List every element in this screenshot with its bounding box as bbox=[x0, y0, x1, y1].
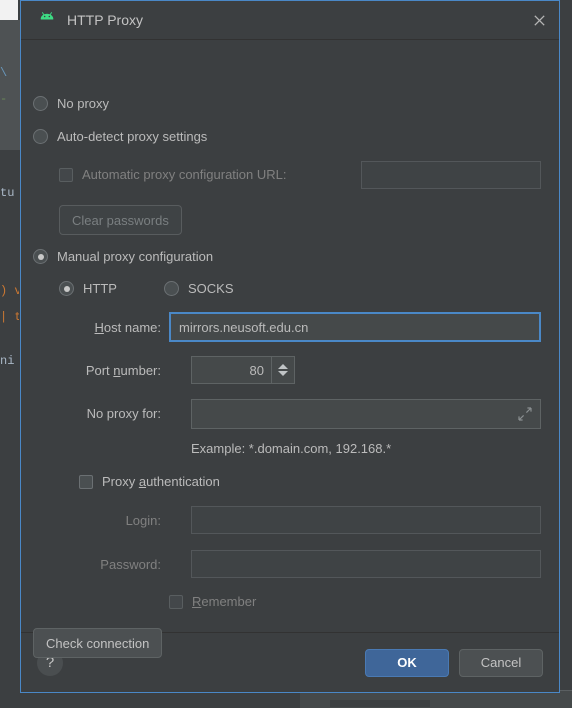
port-number-label-pre: Port bbox=[85, 363, 114, 378]
ok-button[interactable]: OK bbox=[365, 648, 449, 677]
example-hint: Example: *.domain.com, 192.168.* bbox=[191, 441, 392, 456]
radio-no-proxy-indicator[interactable] bbox=[33, 96, 48, 111]
backdrop-text-fragment: \ bbox=[0, 66, 8, 80]
remember-mnemonic: R bbox=[192, 594, 202, 609]
android-robot-icon bbox=[37, 10, 57, 30]
dialog-titlebar: HTTP Proxy bbox=[21, 1, 559, 40]
port-number-label-text: umber: bbox=[120, 363, 161, 378]
checkbox-remember-label: Remember bbox=[192, 594, 256, 609]
port-number-value[interactable]: 80 bbox=[192, 357, 271, 383]
host-name-label: Host name: bbox=[21, 320, 161, 335]
close-icon[interactable] bbox=[519, 1, 559, 39]
radio-auto-detect-indicator[interactable] bbox=[33, 129, 48, 144]
checkbox-auto-config-url-indicator[interactable] bbox=[59, 167, 73, 182]
radio-socks-label: SOCKS bbox=[188, 281, 234, 296]
auto-config-url-input[interactable] bbox=[361, 161, 541, 189]
checkbox-remember-indicator[interactable] bbox=[169, 594, 183, 609]
http-proxy-dialog: HTTP Proxy No proxy Auto-detect proxy se… bbox=[20, 0, 560, 693]
host-name-input[interactable]: mirrors.neusoft.edu.cn bbox=[169, 312, 541, 342]
login-label: Login: bbox=[125, 513, 161, 528]
checkbox-remember[interactable]: Remember bbox=[169, 594, 256, 609]
radio-http-indicator[interactable] bbox=[59, 281, 74, 296]
backdrop-white-strip bbox=[0, 0, 18, 20]
radio-manual-proxy-indicator[interactable] bbox=[33, 249, 48, 264]
backdrop-bottom-bar-notch bbox=[330, 700, 430, 707]
checkbox-auto-config-url[interactable]: Automatic proxy configuration URL: bbox=[59, 167, 286, 182]
backdrop-text-fragment: tu bbox=[0, 186, 15, 200]
stepper-up-icon[interactable] bbox=[278, 364, 288, 369]
port-number-mnemonic: n bbox=[113, 363, 121, 378]
login-input[interactable] bbox=[191, 506, 541, 534]
radio-manual-proxy-label: Manual proxy configuration bbox=[57, 249, 214, 264]
proxy-auth-mnemonic: a bbox=[138, 474, 147, 489]
check-connection-label: Check connection bbox=[46, 635, 150, 651]
proxy-auth-label-pre: Proxy bbox=[102, 474, 139, 489]
checkbox-proxy-authentication-indicator[interactable] bbox=[79, 474, 93, 489]
no-proxy-for-input[interactable] bbox=[191, 399, 541, 429]
radio-auto-detect[interactable]: Auto-detect proxy settings bbox=[33, 129, 207, 144]
backdrop-text-fragment: ) v bbox=[0, 284, 19, 298]
clear-passwords-label: Clear passwords bbox=[72, 212, 169, 228]
ok-label: OK bbox=[397, 655, 417, 670]
check-connection-button[interactable]: Check connection bbox=[33, 628, 163, 658]
port-number-arrows[interactable] bbox=[271, 357, 294, 383]
checkbox-proxy-authentication[interactable]: Proxy authentication bbox=[79, 474, 220, 489]
checkbox-auto-config-url-label: Automatic proxy configuration URL: bbox=[82, 167, 287, 182]
radio-auto-detect-label: Auto-detect proxy settings bbox=[57, 129, 208, 144]
radio-no-proxy-label: No proxy bbox=[57, 96, 110, 111]
dialog-body: No proxy Auto-detect proxy settings Auto… bbox=[21, 40, 559, 658]
clear-passwords-button[interactable]: Clear passwords bbox=[59, 205, 182, 235]
stepper-down-icon[interactable] bbox=[278, 371, 288, 376]
no-proxy-for-label: No proxy for: bbox=[86, 406, 161, 421]
radio-no-proxy[interactable]: No proxy bbox=[33, 96, 109, 111]
radio-socks-indicator[interactable] bbox=[164, 281, 179, 296]
radio-protocol-http[interactable]: HTTP bbox=[59, 281, 117, 296]
radio-manual-proxy[interactable]: Manual proxy configuration bbox=[33, 249, 213, 264]
expand-icon[interactable] bbox=[518, 407, 532, 421]
remember-label-post: emember bbox=[201, 594, 257, 609]
cancel-button[interactable]: Cancel bbox=[459, 648, 543, 677]
backdrop-text-fragment: - bbox=[0, 92, 8, 106]
backdrop-text-fragment: | t bbox=[0, 310, 19, 324]
host-name-value: mirrors.neusoft.edu.cn bbox=[179, 319, 309, 335]
password-input[interactable] bbox=[191, 550, 541, 578]
backdrop-panel-strip bbox=[0, 20, 20, 150]
dialog-title: HTTP Proxy bbox=[67, 12, 143, 28]
host-name-mnemonic: H bbox=[94, 320, 104, 335]
port-number-label: Port number: bbox=[21, 363, 161, 378]
port-number-stepper[interactable]: 80 bbox=[191, 356, 295, 384]
backdrop-text-fragment: ni bbox=[0, 354, 15, 368]
cancel-label: Cancel bbox=[480, 655, 522, 670]
radio-http-label: HTTP bbox=[83, 281, 117, 296]
proxy-auth-label-post: uthentication bbox=[146, 474, 220, 489]
radio-protocol-socks[interactable]: SOCKS bbox=[164, 281, 234, 296]
host-name-label-text: ost name: bbox=[103, 320, 161, 335]
checkbox-proxy-authentication-label: Proxy authentication bbox=[102, 474, 220, 489]
password-label: Password: bbox=[100, 557, 161, 572]
